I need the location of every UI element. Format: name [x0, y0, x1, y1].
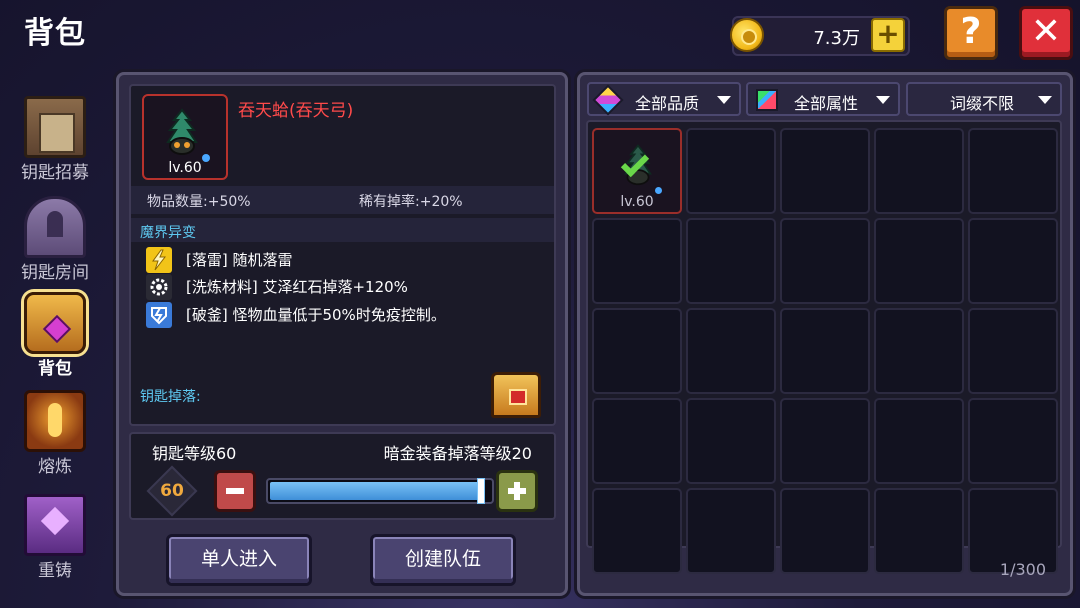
sidebar-item-label: 背包: [38, 359, 72, 379]
key-level-label: 钥匙等级60: [152, 444, 237, 463]
create-team-button[interactable]: 创建队伍: [370, 534, 516, 586]
item-level: lv.60: [168, 160, 202, 176]
level-slider[interactable]: [266, 478, 494, 504]
inventory-slot[interactable]: [874, 488, 964, 574]
chevron-down-icon: [717, 96, 731, 104]
inventory-slot[interactable]: [874, 218, 964, 304]
sidebar-item-recast[interactable]: 重铸: [5, 494, 105, 581]
inventory-slot[interactable]: [874, 308, 964, 394]
bow-item-icon: [166, 108, 198, 155]
sidebar-item-key-room[interactable]: 钥匙房间: [5, 196, 105, 283]
decrease-level-button[interactable]: [214, 470, 256, 512]
inventory-slot[interactable]: [780, 488, 870, 574]
sidebar-item-label: 重铸: [38, 561, 72, 581]
slot-level: lv.60: [620, 194, 654, 210]
sidebar-item-label: 熔炼: [38, 457, 72, 477]
inventory-slot[interactable]: [686, 398, 776, 484]
inventory-slot[interactable]: [874, 398, 964, 484]
treasure-chest-icon[interactable]: [491, 372, 541, 418]
inventory-slot[interactable]: [968, 308, 1058, 394]
attribute-gem-icon: [756, 89, 778, 111]
inventory-slot[interactable]: [968, 398, 1058, 484]
level-badge: 60: [146, 465, 198, 517]
page-title: 背包: [24, 16, 86, 51]
inventory-slot[interactable]: [686, 488, 776, 574]
sidebar-item-smelt[interactable]: 熔炼: [5, 390, 105, 477]
stat-quantity: 物品数量:+50%: [147, 194, 251, 210]
key-room-icon: [24, 196, 86, 258]
help-button[interactable]: ?: [944, 6, 998, 60]
inventory-capacity: 1/300: [999, 560, 1046, 579]
quality-filter-label: 全部品质: [635, 94, 700, 113]
inventory-slot[interactable]: [874, 128, 964, 214]
item-name: 吞天蛤(吞天弓): [238, 101, 354, 121]
trait-text: [洗炼材料] 艾泽红石掉落+120%: [186, 278, 408, 296]
inventory-slot[interactable]: [968, 128, 1058, 214]
shield-break-icon: [146, 302, 172, 328]
inventory-slot[interactable]: [780, 218, 870, 304]
inventory-slot[interactable]: [780, 308, 870, 394]
quality-filter-dropdown[interactable]: 全部品质: [587, 82, 741, 116]
drop-level-label: 暗金装备掉落等级20: [383, 444, 532, 463]
slider-fill: [270, 482, 483, 500]
rarity-dot-icon: [655, 187, 662, 194]
inventory-slot[interactable]: [686, 128, 776, 214]
add-currency-button[interactable]: +: [871, 18, 905, 52]
smelt-icon: [24, 390, 86, 452]
lightning-icon: [146, 247, 172, 273]
inventory-slot[interactable]: [592, 308, 682, 394]
sidebar-item-label: 钥匙房间: [21, 263, 89, 283]
rarity-dot-icon: [202, 154, 210, 162]
affix-filter-dropdown[interactable]: 词缀不限: [906, 82, 1062, 116]
trait-text: [破釜] 怪物血量低于50%时免疫控制。: [186, 306, 446, 324]
affix-filter-label: 词缀不限: [950, 94, 1015, 113]
close-icon: ✕: [1030, 11, 1062, 52]
solo-enter-button[interactable]: 单人进入: [166, 534, 312, 586]
recruit-icon: [24, 96, 86, 158]
slider-handle[interactable]: [477, 478, 485, 504]
sidebar-item-backpack[interactable]: 背包: [5, 292, 105, 379]
inventory-slot[interactable]: lv.60: [592, 128, 682, 214]
inventory-slot[interactable]: [780, 398, 870, 484]
inventory-slot[interactable]: [592, 218, 682, 304]
inventory-slot[interactable]: [780, 128, 870, 214]
currency-value: 7.3万: [813, 28, 860, 49]
gold-coin-icon: [730, 18, 764, 52]
attribute-filter-dropdown[interactable]: 全部属性: [746, 82, 900, 116]
level-value: 60: [160, 481, 184, 501]
inventory-slot[interactable]: [592, 398, 682, 484]
chevron-down-icon: [1038, 96, 1052, 104]
sidebar-item-label: 钥匙招募: [21, 163, 89, 183]
recast-icon: [24, 494, 86, 556]
backpack-icon: [24, 292, 86, 354]
inventory-slot[interactable]: [686, 218, 776, 304]
stat-rare-drop: 稀有掉率:+20%: [359, 194, 463, 210]
section-title: 魔界异变: [140, 225, 196, 241]
key-drops-label: 钥匙掉落:: [140, 389, 201, 405]
increase-level-button[interactable]: [496, 470, 538, 512]
quality-gem-icon: [592, 84, 624, 116]
gear-icon: [146, 274, 172, 300]
inventory-grid: lv.60: [592, 128, 1058, 574]
inventory-slot[interactable]: [686, 308, 776, 394]
question-icon: ?: [960, 11, 982, 52]
stats-row: 物品数量:+50% 稀有掉率:+20%: [131, 186, 554, 214]
close-button[interactable]: ✕: [1019, 6, 1073, 60]
inventory-slot[interactable]: [592, 488, 682, 574]
inventory-slot[interactable]: [968, 218, 1058, 304]
chevron-down-icon: [876, 96, 890, 104]
trait-text: [落雷] 随机落雷: [186, 251, 293, 269]
sidebar-item-recruit[interactable]: 钥匙招募: [5, 96, 105, 183]
attribute-filter-label: 全部属性: [794, 94, 859, 113]
